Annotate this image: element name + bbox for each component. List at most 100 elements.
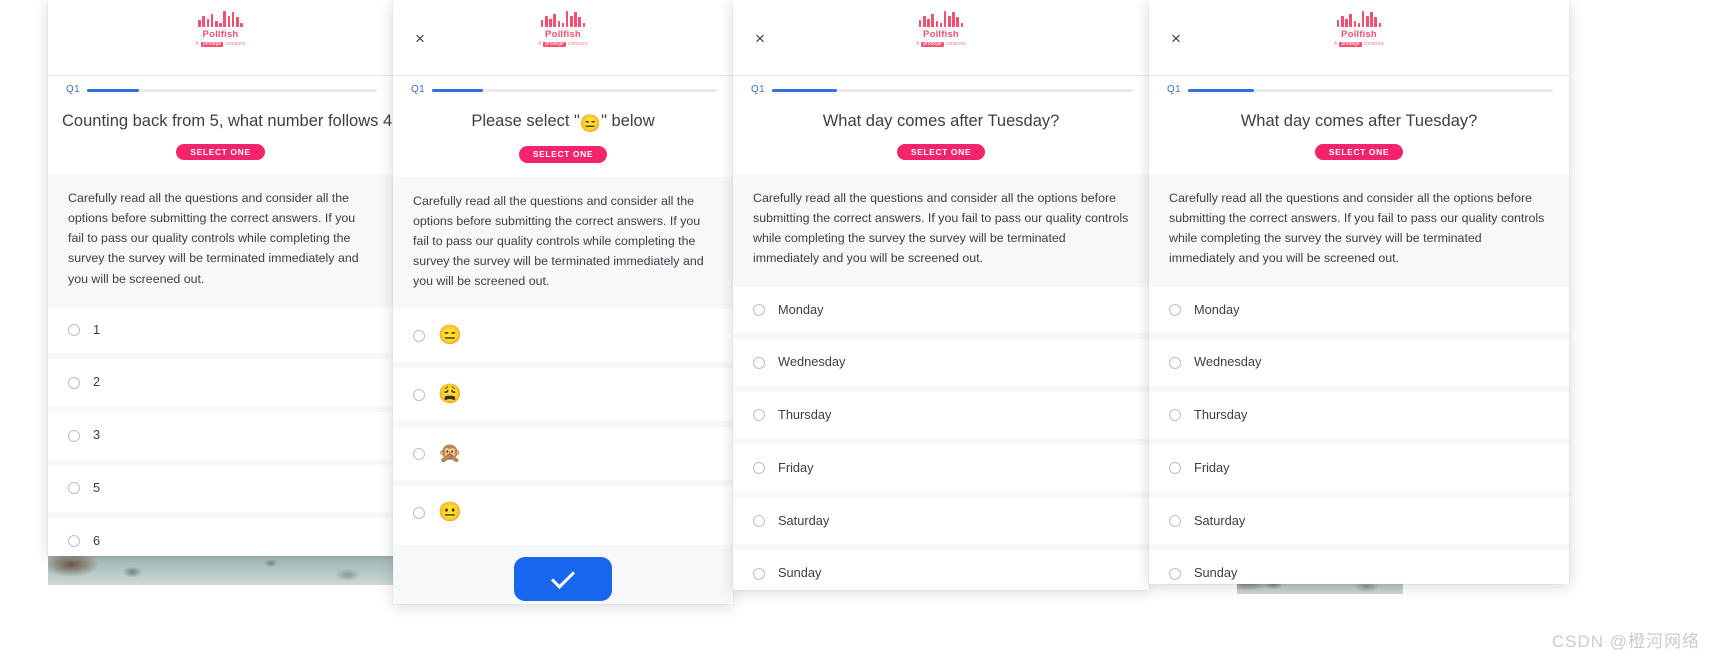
- radio-button-icon[interactable]: [413, 506, 425, 519]
- radio-button-icon[interactable]: [1169, 462, 1181, 475]
- expressionless-face-option[interactable]: 😑: [393, 309, 733, 363]
- radio-button-icon[interactable]: [413, 388, 425, 401]
- option-3[interactable]: 3: [48, 412, 393, 459]
- option-friday[interactable]: Friday: [1149, 444, 1569, 492]
- option-monday[interactable]: Monday: [733, 286, 1149, 334]
- question-number-label: Q1: [66, 84, 81, 95]
- option-label: Wednesday: [1194, 354, 1262, 370]
- select-one-badge: SELECT ONE: [896, 143, 986, 161]
- pollfish-tagline: Aprodege company: [538, 40, 588, 47]
- option-wednesday[interactable]: Wednesday: [733, 339, 1149, 387]
- instructions-text: Carefully read all the questions and con…: [733, 174, 1149, 285]
- radio-button-icon[interactable]: [753, 515, 765, 528]
- progress-fill: [772, 88, 838, 92]
- option-label: 😐: [438, 502, 462, 524]
- option-label: Thursday: [1194, 407, 1248, 423]
- badge-row: SELECT ONE: [1149, 143, 1569, 161]
- question-number-label: Q1: [1167, 84, 1182, 95]
- radio-button-icon[interactable]: [413, 447, 425, 460]
- radio-button-icon[interactable]: [753, 356, 765, 369]
- screenshot-stage: Pollfish Aprodege company Q1 Counting back f…: [0, 0, 1714, 662]
- radio-button-icon[interactable]: [753, 303, 765, 316]
- instructions-text: Carefully read all the questions and con…: [1149, 174, 1569, 285]
- option-thursday[interactable]: Thursday: [1149, 392, 1569, 439]
- radio-button-icon[interactable]: [68, 482, 80, 495]
- tagline-suffix: company: [945, 40, 966, 47]
- csdn-watermark: CSDN @橙河网络: [1551, 632, 1700, 651]
- radio-button-icon[interactable]: [753, 462, 765, 475]
- option-label: 😩: [438, 384, 462, 406]
- pollfish-logo: Pollfish Aprodege company: [1334, 10, 1384, 47]
- select-one-badge: SELECT ONE: [176, 143, 265, 161]
- neutral-face-option[interactable]: 😐: [393, 486, 733, 540]
- radio-button-icon[interactable]: [1169, 409, 1181, 422]
- radio-button-icon[interactable]: [1169, 303, 1181, 316]
- tagline-suffix: company: [567, 40, 588, 47]
- option-label: 😑: [438, 325, 462, 347]
- option-2[interactable]: 2: [48, 359, 393, 407]
- option-5[interactable]: 5: [48, 464, 393, 512]
- option-6[interactable]: 6: [48, 517, 393, 556]
- radio-button-icon[interactable]: [68, 429, 80, 442]
- progress-track[interactable]: [432, 88, 717, 92]
- close-icon[interactable]: ×: [1167, 29, 1185, 47]
- radio-button-icon[interactable]: [1169, 356, 1181, 369]
- close-icon[interactable]: ×: [411, 29, 429, 47]
- option-wednesday[interactable]: Wednesday: [1149, 339, 1569, 387]
- question-text-part2: " below: [601, 112, 655, 130]
- pollfish-logo-bars-icon: [198, 10, 243, 27]
- options-list: 😑 😩 🙊 😐: [393, 307, 733, 540]
- option-label: 1: [93, 321, 101, 337]
- radio-button-icon[interactable]: [413, 329, 425, 342]
- close-icon[interactable]: ×: [751, 29, 769, 47]
- option-label: Thursday: [778, 407, 832, 423]
- progress-fill: [87, 88, 140, 92]
- option-sunday[interactable]: Sunday: [733, 550, 1149, 590]
- question-inline-emoji-icon: 😑: [579, 114, 602, 133]
- options-list: 1 2 3 5 6: [48, 304, 393, 556]
- select-one-badge: SELECT ONE: [1314, 143, 1404, 161]
- weary-face-option[interactable]: 😩: [393, 368, 733, 422]
- pollfish-wordmark: Pollfish: [923, 29, 959, 40]
- background-photo-strip-left: [48, 551, 432, 585]
- radio-button-icon[interactable]: [1169, 515, 1181, 528]
- panel-emoji-select: × Pollfish Aprodege company Q1 Please select …: [393, 0, 733, 604]
- speak-no-evil-monkey-option[interactable]: 🙊: [393, 427, 733, 481]
- option-monday[interactable]: Monday: [1149, 286, 1569, 334]
- radio-button-icon[interactable]: [68, 535, 80, 548]
- panel-header: × Pollfish Aprodege company: [733, 0, 1149, 76]
- option-label: 6: [93, 532, 101, 548]
- tagline-prefix: A: [1334, 40, 1338, 47]
- radio-button-icon[interactable]: [1169, 567, 1181, 580]
- select-one-badge: SELECT ONE: [518, 146, 608, 163]
- submit-row: [393, 545, 733, 604]
- progress-track[interactable]: [87, 88, 377, 92]
- submit-button[interactable]: [514, 557, 612, 602]
- radio-button-icon[interactable]: [753, 567, 765, 580]
- options-list: Monday Wednesday Thursday Friday Saturday Sun…: [1149, 284, 1569, 584]
- option-sunday[interactable]: Sunday: [1149, 550, 1569, 584]
- radio-button-icon[interactable]: [68, 376, 80, 389]
- option-saturday[interactable]: Saturday: [1149, 497, 1569, 545]
- radio-button-icon[interactable]: [753, 409, 765, 422]
- option-label: Sunday: [1194, 565, 1238, 581]
- option-label: Saturday: [1194, 512, 1246, 528]
- pollfish-wordmark: Pollfish: [1341, 29, 1377, 40]
- progress-fill: [432, 88, 484, 92]
- tagline-brand: prodege: [921, 40, 944, 47]
- progress-track[interactable]: [1188, 88, 1553, 92]
- option-thursday[interactable]: Thursday: [733, 392, 1149, 439]
- tagline-brand: prodege: [543, 40, 566, 47]
- checkmark-icon: [550, 564, 576, 589]
- option-label: Monday: [1194, 301, 1240, 317]
- pollfish-logo: Pollfish Aprodege company: [196, 10, 246, 47]
- progress-row: Q1: [1149, 76, 1569, 95]
- question-title: Please select "😑" below: [393, 95, 733, 134]
- radio-button-icon[interactable]: [68, 323, 80, 336]
- tagline-brand: prodege: [200, 40, 224, 47]
- option-saturday[interactable]: Saturday: [733, 497, 1149, 545]
- option-1[interactable]: 1: [48, 306, 393, 354]
- pollfish-logo-bars-icon: [918, 10, 964, 27]
- option-friday[interactable]: Friday: [733, 444, 1149, 492]
- progress-track[interactable]: [772, 88, 1133, 92]
